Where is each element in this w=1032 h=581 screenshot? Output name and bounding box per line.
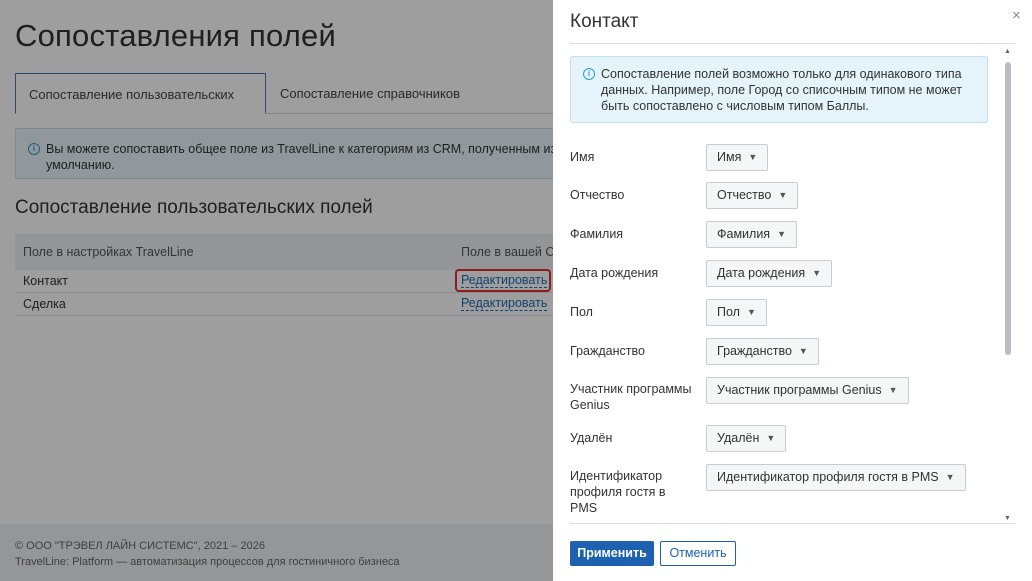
panel-scrollbar[interactable]: ▲ ▼ (1002, 46, 1013, 522)
chevron-down-icon: ▼ (748, 152, 758, 162)
select-value: Имя (717, 150, 742, 164)
cancel-button[interactable]: Отменить (660, 541, 736, 566)
close-icon[interactable]: × (1012, 7, 1021, 24)
chevron-down-icon: ▼ (798, 346, 808, 356)
chevron-down-icon: ▼ (746, 307, 756, 317)
field-label: Имя (570, 150, 595, 164)
info-icon: i (583, 68, 595, 80)
chevron-down-icon: ▼ (888, 385, 898, 395)
select-value: Фамилия (717, 227, 771, 241)
chevron-down-icon: ▼ (945, 472, 955, 482)
type-notice: i Сопоставление полей возможно только дл… (570, 56, 988, 123)
divider (570, 523, 1015, 524)
field-select[interactable]: Дата рождения ▼ (706, 260, 833, 287)
field-label: Фамилия (570, 227, 624, 241)
panel-title: Контакт (570, 11, 639, 32)
field-select[interactable]: Пол ▼ (706, 299, 767, 326)
select-value: Идентификатор профиля гостя в PMS (717, 470, 939, 484)
field-select[interactable]: Удалён ▼ (706, 425, 787, 452)
select-value: Отчество (717, 188, 772, 202)
chevron-down-icon: ▼ (812, 268, 822, 278)
apply-button[interactable]: Применить (570, 541, 654, 566)
field-label: Гражданство (570, 344, 645, 358)
chevron-down-icon: ▼ (766, 433, 776, 443)
chevron-down-icon: ▼ (777, 229, 786, 239)
contact-panel: Контакт × i Сопоставление полей возможно… (553, 0, 1032, 581)
field-label: Участник программы Genius (570, 382, 692, 412)
select-value: Удалён (717, 431, 760, 445)
field-select[interactable]: Имя ▼ (706, 144, 769, 171)
field-select[interactable]: Участник программы Genius ▼ (706, 377, 909, 404)
select-value: Дата рождения (717, 266, 806, 280)
field-label: Отчество (570, 188, 625, 202)
field-select[interactable]: Отчество ▼ (706, 182, 799, 209)
select-value: Гражданство (717, 344, 792, 358)
field-label: Удалён (570, 431, 613, 445)
scroll-thumb[interactable] (1005, 62, 1011, 355)
scroll-up-icon[interactable]: ▲ (1004, 48, 1011, 55)
chevron-down-icon: ▼ (778, 190, 788, 200)
notice-text: Сопоставление полей возможно только для … (601, 67, 963, 113)
panel-body: i Сопоставление полей возможно только дл… (570, 44, 1015, 524)
select-value: Пол (717, 305, 740, 319)
field-select[interactable]: Гражданство ▼ (706, 338, 819, 365)
field-label: Дата рождения (570, 266, 659, 280)
select-value: Участник программы Genius (717, 383, 882, 397)
field-label: Идентификатор профиля гостя в PMS (570, 469, 666, 515)
field-select[interactable]: Идентификатор профиля гостя в PMS ▼ (706, 464, 966, 491)
scroll-down-icon[interactable]: ▼ (1004, 515, 1011, 522)
field-label: Пол (570, 305, 593, 319)
field-select[interactable]: Фамилия ▼ (706, 221, 797, 248)
